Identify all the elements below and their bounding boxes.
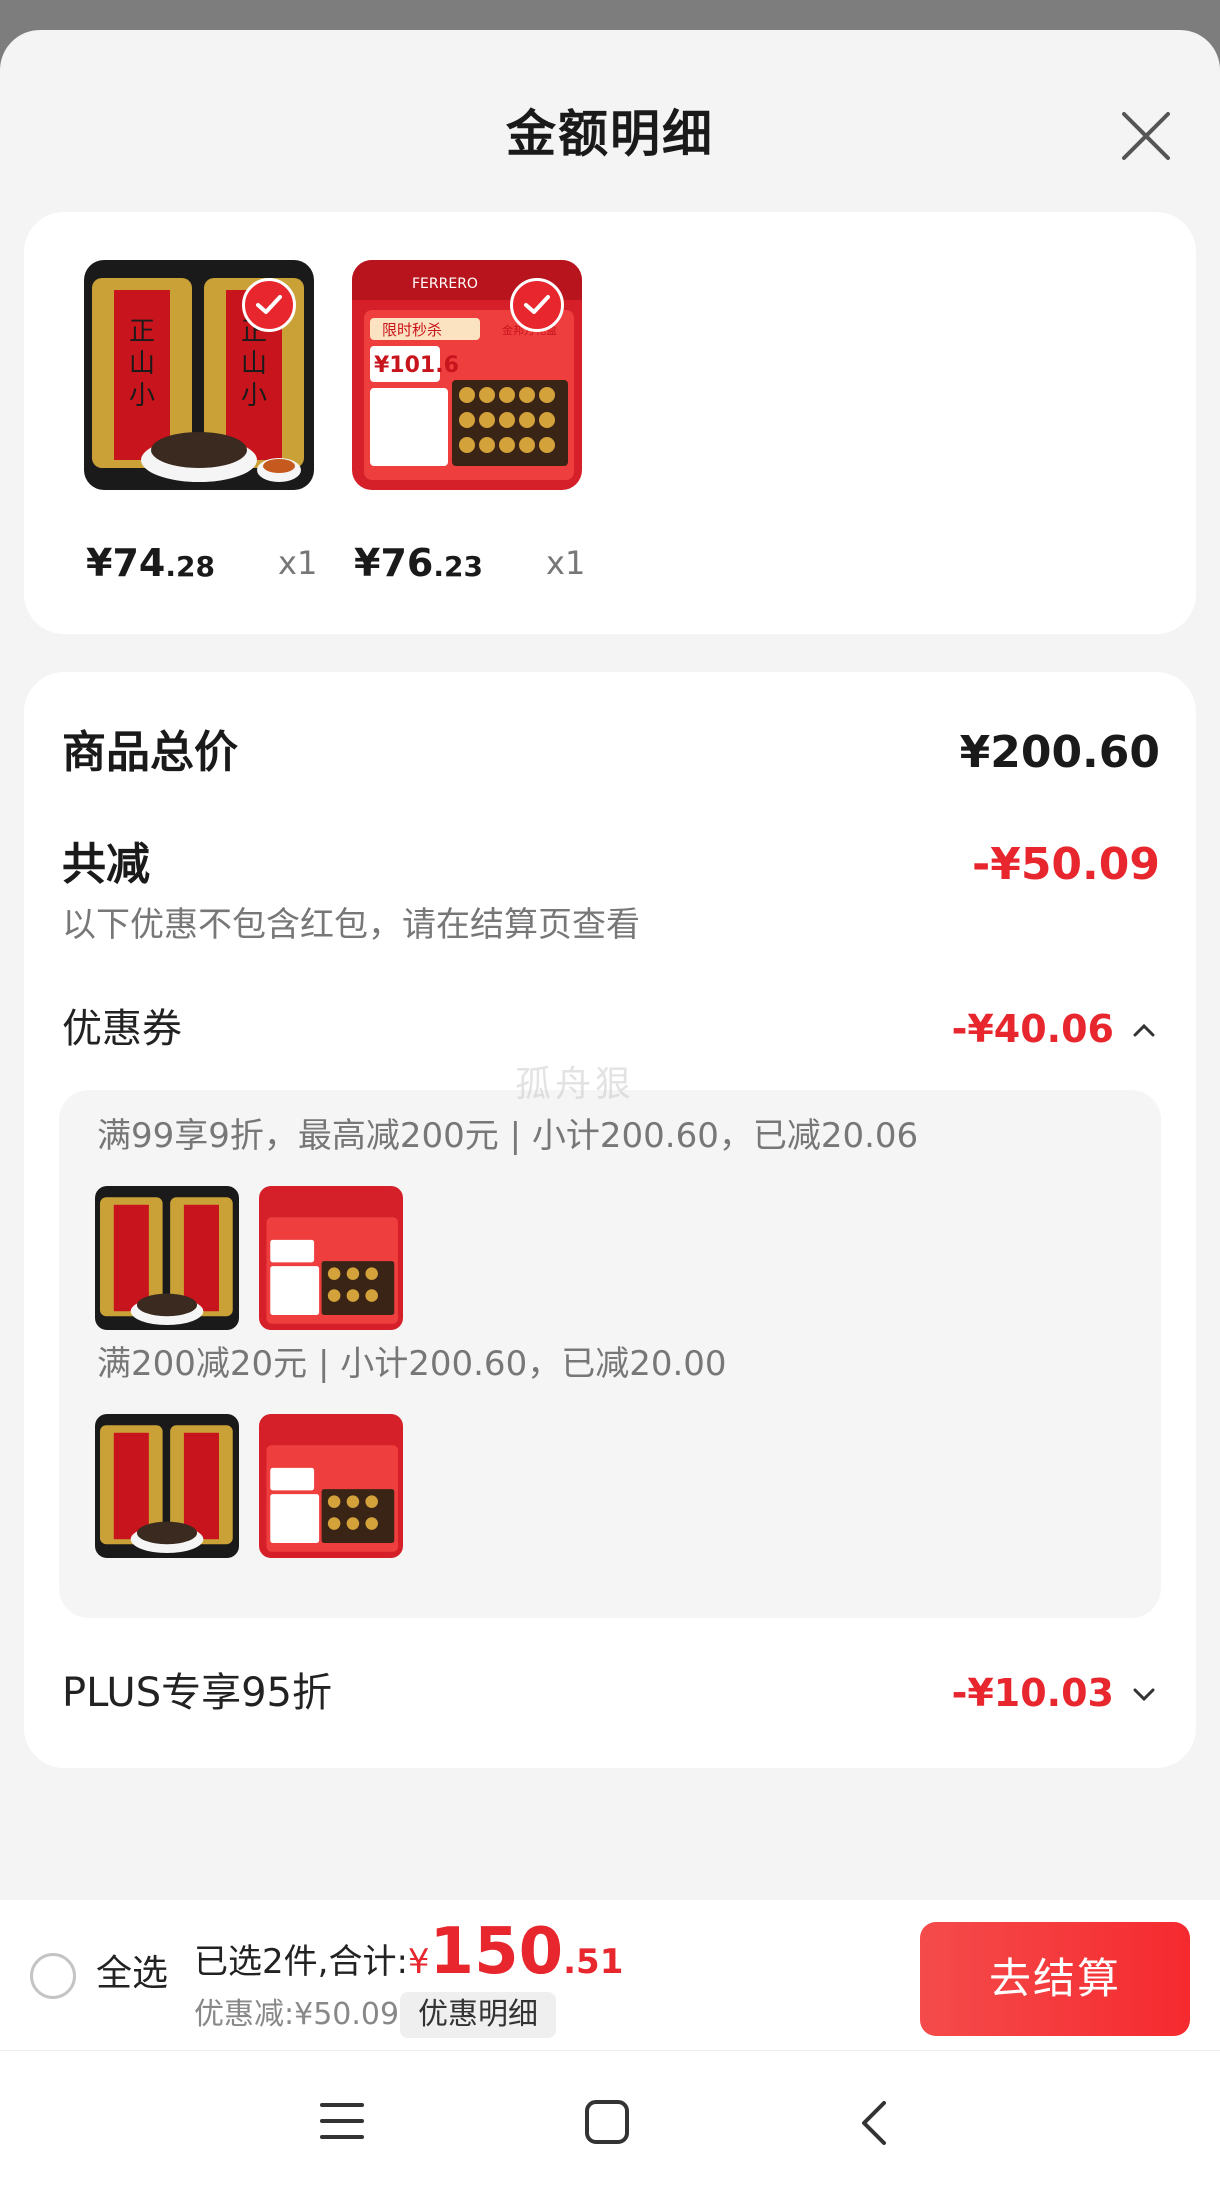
product-price: ¥74.28 (86, 541, 215, 585)
plus-discount-label: PLUS专享95折 (62, 1670, 332, 1716)
watermark: 孤舟狠 (515, 1064, 636, 1105)
svg-text:限时秒杀: 限时秒杀 (382, 321, 442, 339)
chevron-up-icon (1133, 1023, 1155, 1037)
home-icon[interactable] (584, 2099, 630, 2145)
ferrero-giftbox-thumbnail (259, 1414, 403, 1558)
svg-text:FERRERO: FERRERO (412, 276, 478, 292)
svg-text:正: 正 (129, 317, 155, 347)
products-card: 正 山 小 正 山 小 ¥74.28 x1 FERRERO 限时秒杀 ¥101.… (24, 212, 1196, 634)
coupon-details: 满99享9折，最高减200元 | 小计200.60，已减20.06 满200减2… (59, 1090, 1161, 1618)
page-title: 金额明细 (506, 105, 714, 163)
ferrero-giftbox-thumbnail (259, 1186, 403, 1330)
close-icon[interactable] (1118, 108, 1174, 164)
tea-cans-image[interactable]: 正 山 小 正 山 小 (84, 260, 314, 490)
checkout-bar: 全选 已选2件,合计:¥150.51 优惠减:¥50.09 优惠明细 去结算 (0, 1900, 1220, 2050)
ferrero-giftbox-image[interactable]: FERRERO 限时秒杀 金邦万礼盒 ¥101.6 (352, 260, 582, 490)
saved-amount: 优惠减:¥50.09 (194, 1997, 400, 2032)
product-quantity: x1 (546, 544, 586, 582)
svg-text:¥101.6: ¥101.6 (374, 353, 459, 378)
coupon-label: 优惠券 (62, 1006, 182, 1052)
select-all-label[interactable]: 全选 (96, 1950, 168, 1998)
coupon-value: -¥40.06 (951, 1007, 1114, 1051)
coupon-rule: 满99享9折，最高减200元 | 小计200.60，已减20.06 (97, 1116, 919, 1156)
coupon-rule: 满200减20元 | 小计200.60，已减20.00 (97, 1344, 727, 1384)
total-price-label: 商品总价 (62, 727, 238, 778)
tea-cans-thumbnail (95, 1186, 239, 1330)
back-icon[interactable] (858, 2099, 888, 2147)
system-nav-bar (0, 2050, 1220, 2194)
product-quantity: x1 (278, 544, 318, 582)
discount-note: 以下优惠不包含红包，请在结算页查看 (62, 905, 640, 945)
svg-text:小: 小 (241, 381, 267, 411)
svg-text:小: 小 (129, 381, 155, 411)
selected-check-icon (242, 278, 296, 332)
checkout-button[interactable]: 去结算 (920, 1922, 1190, 2036)
menu-icon[interactable] (320, 2101, 364, 2141)
selected-check-icon (510, 278, 564, 332)
chevron-down-icon (1133, 1688, 1155, 1702)
tea-cans-thumbnail (95, 1414, 239, 1558)
discount-value: -¥50.09 (971, 839, 1160, 890)
svg-text:山: 山 (241, 349, 267, 379)
product-price: ¥76.23 (354, 541, 483, 585)
select-all-radio[interactable] (30, 1953, 76, 1999)
price-summary-card: 商品总价 ¥200.60 共减 -¥50.09 以下优惠不包含红包，请在结算页查… (24, 672, 1196, 1768)
amount-detail-sheet: 金额明细 正 山 小 正 山 小 ¥74.28 x1 FERRERO 限时秒杀 … (0, 30, 1220, 2193)
discount-detail-button[interactable]: 优惠明细 (400, 1992, 556, 2038)
discount-label: 共减 (62, 839, 150, 890)
svg-text:山: 山 (129, 349, 155, 379)
plus-discount-value: -¥10.03 (951, 1671, 1114, 1715)
selected-total: 已选2件,合计:¥150.51 (194, 1915, 624, 1989)
total-price-value: ¥200.60 (959, 727, 1160, 778)
